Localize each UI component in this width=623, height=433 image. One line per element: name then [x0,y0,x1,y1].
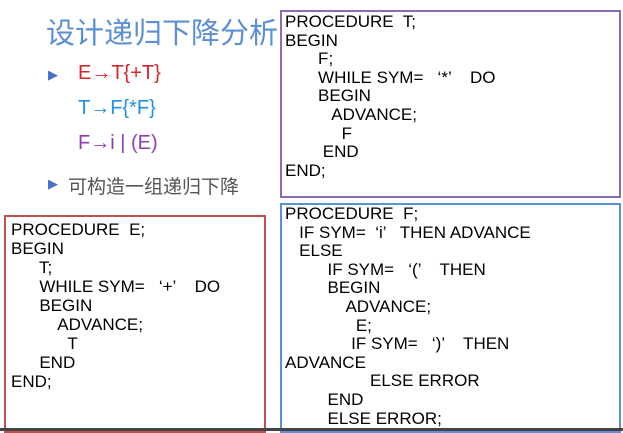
procedure-e-box: PROCEDURE E; BEGIN T; WHILE SYM= ‘+’ DO … [4,215,266,433]
rule-bullet-icon: ▶ [48,67,58,82]
procedure-t-box: PROCEDURE T; BEGIN F; WHILE SYM= ‘*’ DO … [280,10,621,198]
note-bullet-icon: ▶ [48,176,58,191]
rule-e: E→T{+T} [78,62,161,84]
procedure-t-code: PROCEDURE T; BEGIN F; WHILE SYM= ‘*’ DO … [285,12,496,180]
rule-f: F→i | (E) [78,132,158,154]
procedure-f-code: PROCEDURE F; IF SYM= ‘i’ THEN ADVANCE EL… [285,204,531,428]
procedure-e-code: PROCEDURE E; BEGIN T; WHILE SYM= ‘+’ DO … [11,220,221,391]
procedure-f-box: PROCEDURE F; IF SYM= ‘i’ THEN ADVANCE EL… [280,203,621,433]
slide-title: 设计递归下降分析 [46,18,279,50]
rule-t: T→F{*F} [78,97,156,119]
note-text: 可构造一组递归下降 [68,177,240,198]
